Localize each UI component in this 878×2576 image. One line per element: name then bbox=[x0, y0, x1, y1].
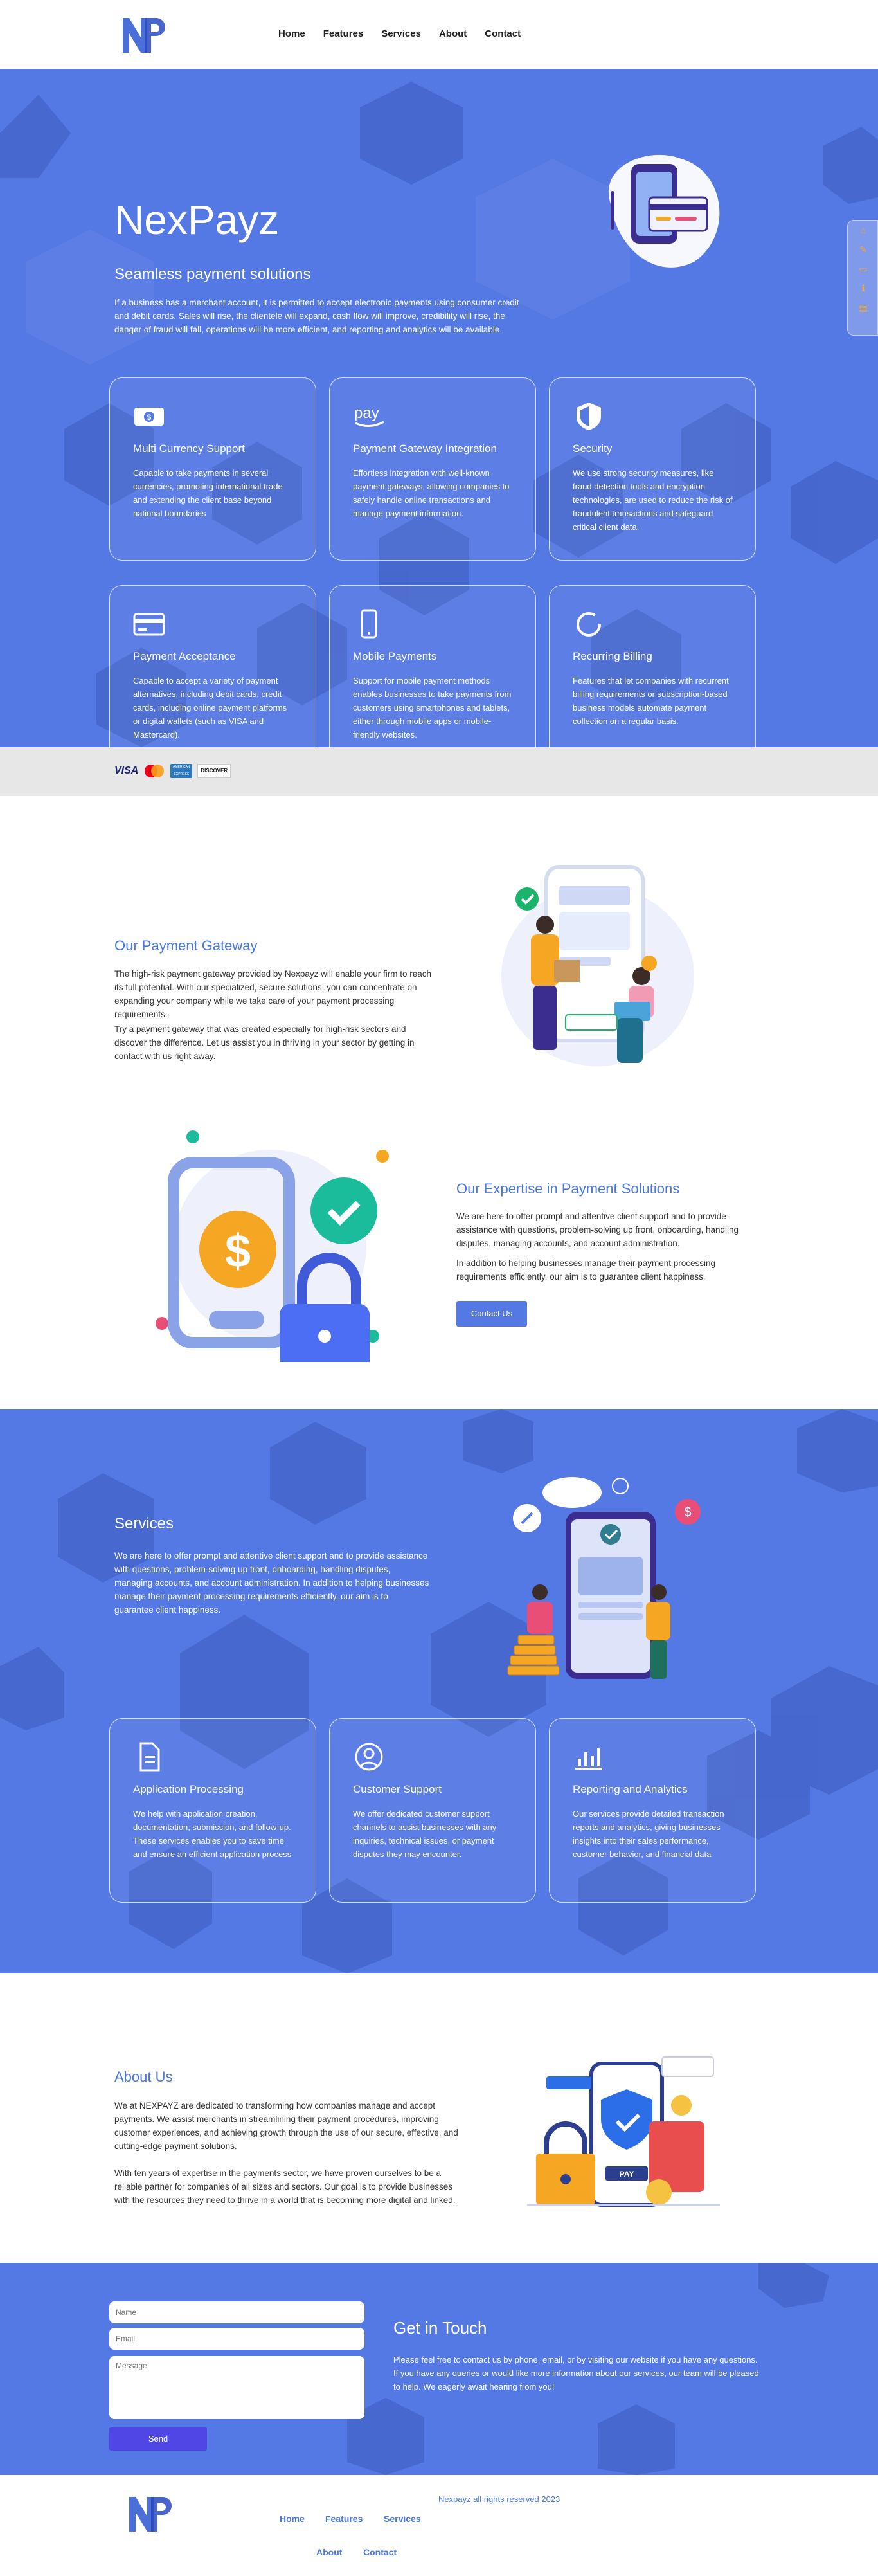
contact-section: Send Get in Touch Please feel free to co… bbox=[0, 2263, 878, 2475]
footer-nav-features[interactable]: Features bbox=[325, 2514, 363, 2524]
feature-title: Mobile Payments bbox=[353, 650, 437, 662]
feature-title: Recurring Billing bbox=[573, 650, 652, 662]
feature-text: Effortless integration with well-known p… bbox=[353, 468, 510, 518]
services-illustration: $ bbox=[507, 1477, 701, 1679]
nav-about[interactable]: About bbox=[439, 28, 467, 39]
main-nav: Home Features Services About Contact bbox=[278, 28, 521, 39]
svg-text:$: $ bbox=[684, 1505, 691, 1519]
nexpayz-logo[interactable] bbox=[119, 13, 170, 58]
mobile-icon bbox=[361, 609, 377, 639]
feature-card-payment-acceptance: Payment Acceptance Capable to accept a v… bbox=[109, 585, 316, 747]
visa-logo: VISA bbox=[114, 765, 139, 776]
contact-us-button[interactable]: Contact Us bbox=[456, 1301, 527, 1327]
secure-mobile-payment-illustration: PAY bbox=[527, 2056, 720, 2207]
hero-intro: If a business has a merchant account, it… bbox=[114, 298, 519, 334]
feature-card-gateway-integration: pay Payment Gateway Integration Effortle… bbox=[329, 377, 536, 561]
credit-card-icon bbox=[133, 613, 165, 636]
home-icon[interactable]: ⌂ bbox=[848, 221, 878, 240]
site-header: Home Features Services About Contact bbox=[0, 0, 878, 69]
tag-icon[interactable]: ✎ bbox=[848, 240, 878, 259]
feature-text: Features that let companies with recurre… bbox=[573, 676, 729, 726]
bar-chart-icon bbox=[575, 1748, 602, 1770]
service-text: We help with application creation, docum… bbox=[133, 1809, 292, 1859]
feature-card-recurring-billing: Recurring Billing Features that let comp… bbox=[549, 585, 756, 747]
document-icon[interactable]: ▤ bbox=[848, 298, 878, 317]
nav-home[interactable]: Home bbox=[278, 28, 305, 39]
nav-contact[interactable]: Contact bbox=[485, 28, 521, 39]
hero-title: NexPayz bbox=[114, 197, 280, 243]
gateway-title: Our Payment Gateway bbox=[114, 938, 258, 954]
service-title: Application Processing bbox=[133, 1783, 244, 1795]
feature-text: Capable to take payments in several curr… bbox=[133, 468, 283, 518]
payment-gateway-illustration bbox=[501, 865, 694, 1066]
feature-title: Multi Currency Support bbox=[133, 442, 245, 455]
footer-nav-contact[interactable]: Contact bbox=[363, 2547, 397, 2557]
hero-subtitle: Seamless payment solutions bbox=[114, 266, 311, 283]
mobile-payment-illustration bbox=[608, 154, 720, 268]
feature-card-multi-currency: $ Multi Currency Support Capable to take… bbox=[109, 377, 316, 561]
hero-section: NexPayz Seamless payment solutions If a … bbox=[0, 69, 878, 747]
feature-text: Capable to accept a variety of payment a… bbox=[133, 676, 287, 739]
user-icon bbox=[355, 1743, 383, 1771]
shield-icon bbox=[577, 403, 601, 430]
services-title: Services bbox=[114, 1515, 174, 1532]
contact-text: Please feel free to contact us by phone,… bbox=[393, 2355, 759, 2391]
service-card-reporting-analytics: Reporting and Analytics Our services pro… bbox=[549, 1718, 756, 1903]
secure-payment-illustration: $ bbox=[156, 1130, 389, 1362]
svg-text:$: $ bbox=[225, 1226, 251, 1277]
expertise-title: Our Expertise in Payment Solutions bbox=[456, 1181, 680, 1197]
money-icon: $ bbox=[134, 408, 164, 426]
svg-text:$: $ bbox=[147, 413, 152, 422]
gateway-paragraph-2: Try a payment gateway that was created e… bbox=[114, 1024, 415, 1061]
pay-icon-label: pay bbox=[354, 404, 379, 422]
about-section: About Us We at NEXPAYZ are dedicated to … bbox=[0, 1973, 878, 2263]
service-title: Reporting and Analytics bbox=[573, 1783, 688, 1795]
mastercard-logo: mastercard bbox=[145, 765, 165, 777]
discover-logo: DISCOVER bbox=[197, 764, 231, 778]
feature-card-mobile-payments: Mobile Payments Support for mobile payme… bbox=[329, 585, 536, 747]
expertise-paragraph-1: We are here to offer prompt and attentiv… bbox=[456, 1211, 739, 1248]
send-button[interactable]: Send bbox=[109, 2427, 207, 2451]
nav-features[interactable]: Features bbox=[323, 28, 364, 39]
amex-logo: AMERICAN EXPRESS bbox=[170, 764, 193, 778]
card-icon[interactable]: ▭ bbox=[848, 259, 878, 278]
service-card-application-processing: Application Processing We help with appl… bbox=[109, 1718, 316, 1903]
amazon-pay-icon: pay bbox=[354, 404, 384, 427]
about-paragraph-2: With ten years of expertise in the payme… bbox=[114, 2168, 456, 2205]
circle-icon bbox=[577, 612, 601, 637]
about-title: About Us bbox=[114, 2069, 173, 2085]
document-icon bbox=[139, 1742, 160, 1772]
gateway-paragraph-1: The high-risk payment gateway provided b… bbox=[114, 969, 431, 1019]
payment-logos-strip: VISA mastercard AMERICAN EXPRESS DISCOVE… bbox=[0, 747, 878, 796]
feature-text: Support for mobile payment methods enabl… bbox=[353, 676, 512, 739]
about-paragraph-1: We at NEXPAYZ are dedicated to transform… bbox=[114, 2101, 458, 2151]
svg-text:PAY: PAY bbox=[620, 2170, 634, 2179]
gateway-section: Our Payment Gateway The high-risk paymen… bbox=[0, 796, 878, 1409]
footer-nav-about[interactable]: About bbox=[316, 2547, 342, 2557]
feature-card-security: Security We use strong security measures… bbox=[549, 377, 756, 561]
nav-services[interactable]: Services bbox=[381, 28, 421, 39]
quick-sidebar: ⌂ ✎ ▭ ℹ ▤ bbox=[847, 220, 878, 336]
service-title: Customer Support bbox=[353, 1783, 442, 1795]
feature-title: Payment Gateway Integration bbox=[353, 442, 497, 455]
message-textarea[interactable] bbox=[109, 2356, 364, 2419]
service-text: We offer dedicated customer support chan… bbox=[353, 1809, 497, 1859]
feature-title: Payment Acceptance bbox=[133, 650, 236, 662]
site-footer: Nexpayz all rights reserved 2023 Home Fe… bbox=[0, 2475, 878, 2576]
contact-title: Get in Touch bbox=[393, 2318, 487, 2337]
footer-nav-services[interactable]: Services bbox=[384, 2514, 421, 2524]
feature-text: We use strong security measures, like fr… bbox=[573, 468, 733, 532]
footer-nav-home[interactable]: Home bbox=[280, 2514, 305, 2524]
services-intro: We are here to offer prompt and attentiv… bbox=[114, 1551, 429, 1615]
copyright-text: Nexpayz all rights reserved 2023 bbox=[438, 2494, 560, 2504]
service-text: Our services provide detailed transactio… bbox=[573, 1809, 724, 1859]
email-input[interactable] bbox=[109, 2328, 364, 2350]
services-section: Services We are here to offer prompt and… bbox=[0, 1409, 878, 1973]
footer-logo[interactable] bbox=[125, 2492, 177, 2537]
service-card-customer-support: Customer Support We offer dedicated cust… bbox=[329, 1718, 536, 1903]
feature-title: Security bbox=[573, 442, 613, 455]
name-input[interactable] bbox=[109, 2301, 364, 2323]
info-icon[interactable]: ℹ bbox=[848, 278, 878, 298]
expertise-paragraph-2: In addition to helping businesses manage… bbox=[456, 1258, 716, 1282]
